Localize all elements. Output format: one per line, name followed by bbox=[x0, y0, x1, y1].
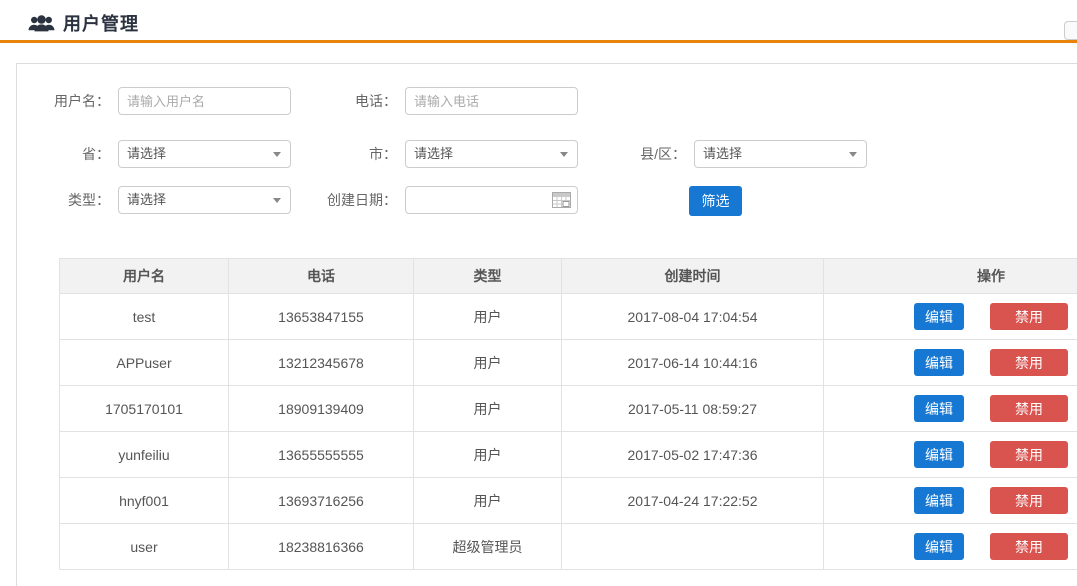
page-title: 用户管理 bbox=[63, 10, 139, 36]
cell-phone: 18909139409 bbox=[229, 386, 414, 432]
disable-button[interactable]: 禁用 bbox=[990, 533, 1068, 560]
cell-phone: 13655555555 bbox=[229, 432, 414, 478]
cell-type: 用户 bbox=[414, 340, 562, 386]
cell-type: 用户 bbox=[414, 386, 562, 432]
cell-username: hnyf001 bbox=[60, 478, 229, 524]
chevron-down-icon bbox=[273, 152, 281, 157]
phone-label: 电话： bbox=[309, 87, 397, 115]
table-row: test 13653847155 用户 2017-08-04 17:04:54 … bbox=[60, 294, 1077, 340]
cell-type: 用户 bbox=[414, 294, 562, 340]
col-created: 创建时间 bbox=[562, 259, 824, 294]
type-select[interactable]: 请选择 bbox=[118, 186, 291, 214]
chevron-down-icon bbox=[849, 152, 857, 157]
create-date-label: 创建日期： bbox=[309, 186, 397, 214]
cell-created bbox=[562, 524, 824, 570]
cell-type: 用户 bbox=[414, 478, 562, 524]
edit-button[interactable]: 编辑 bbox=[914, 303, 964, 330]
create-date-input[interactable] bbox=[405, 186, 578, 214]
cell-type: 用户 bbox=[414, 432, 562, 478]
cell-created: 2017-06-14 10:44:16 bbox=[562, 340, 824, 386]
col-username: 用户名 bbox=[60, 259, 229, 294]
chevron-down-icon bbox=[273, 198, 281, 203]
cell-created: 2017-04-24 17:22:52 bbox=[562, 478, 824, 524]
users-icon bbox=[28, 13, 55, 34]
disable-button[interactable]: 禁用 bbox=[990, 303, 1068, 330]
col-type: 类型 bbox=[414, 259, 562, 294]
disable-button[interactable]: 禁用 bbox=[990, 441, 1068, 468]
cell-created: 2017-05-02 17:47:36 bbox=[562, 432, 824, 478]
cell-username: APPuser bbox=[60, 340, 229, 386]
table-row: 1705170101 18909139409 用户 2017-05-11 08:… bbox=[60, 386, 1077, 432]
content-panel: 用户名： 电话： 省： 请选择 市： 请选择 县/区： 请选择 类型： 请选择 bbox=[16, 63, 1077, 586]
edit-button[interactable]: 编辑 bbox=[914, 395, 964, 422]
table-row: user 18238816366 超级管理员 编辑 禁用 bbox=[60, 524, 1077, 570]
province-select[interactable]: 请选择 bbox=[118, 140, 291, 168]
cell-username: test bbox=[60, 294, 229, 340]
cell-username: 1705170101 bbox=[60, 386, 229, 432]
cell-username: user bbox=[60, 524, 229, 570]
table-row: APPuser 13212345678 用户 2017-06-14 10:44:… bbox=[60, 340, 1077, 386]
calendar-icon[interactable] bbox=[552, 192, 571, 213]
edit-button[interactable]: 编辑 bbox=[914, 349, 964, 376]
type-label: 类型： bbox=[22, 186, 110, 214]
city-label: 市： bbox=[309, 140, 397, 168]
cell-phone: 18238816366 bbox=[229, 524, 414, 570]
cell-created: 2017-05-11 08:59:27 bbox=[562, 386, 824, 432]
header-divider bbox=[0, 40, 1077, 43]
username-input[interactable] bbox=[118, 87, 291, 115]
cell-phone: 13212345678 bbox=[229, 340, 414, 386]
edit-button[interactable]: 编辑 bbox=[914, 487, 964, 514]
phone-input[interactable] bbox=[405, 87, 578, 115]
cell-phone: 13693716256 bbox=[229, 478, 414, 524]
cell-username: yunfeiliu bbox=[60, 432, 229, 478]
corner-widget bbox=[1064, 21, 1077, 40]
table-header-row: 用户名 电话 类型 创建时间 操作 bbox=[60, 259, 1077, 294]
province-label: 省： bbox=[22, 140, 110, 168]
chevron-down-icon bbox=[560, 152, 568, 157]
city-select[interactable]: 请选择 bbox=[405, 140, 578, 168]
disable-button[interactable]: 禁用 bbox=[990, 349, 1068, 376]
page-header: 用户管理 bbox=[0, 0, 1077, 40]
username-label: 用户名： bbox=[22, 87, 110, 115]
disable-button[interactable]: 禁用 bbox=[990, 487, 1068, 514]
edit-button[interactable]: 编辑 bbox=[914, 533, 964, 560]
cell-created: 2017-08-04 17:04:54 bbox=[562, 294, 824, 340]
col-phone: 电话 bbox=[229, 259, 414, 294]
col-actions: 操作 bbox=[824, 259, 1077, 294]
filter-button[interactable]: 筛选 bbox=[689, 186, 742, 216]
cell-phone: 13653847155 bbox=[229, 294, 414, 340]
district-label: 县/区： bbox=[598, 140, 686, 168]
user-table: 用户名 电话 类型 创建时间 操作 test 13653847155 用户 20… bbox=[59, 258, 1077, 570]
disable-button[interactable]: 禁用 bbox=[990, 395, 1068, 422]
table-row: yunfeiliu 13655555555 用户 2017-05-02 17:4… bbox=[60, 432, 1077, 478]
cell-type: 超级管理员 bbox=[414, 524, 562, 570]
district-select[interactable]: 请选择 bbox=[694, 140, 867, 168]
table-row: hnyf001 13693716256 用户 2017-04-24 17:22:… bbox=[60, 478, 1077, 524]
edit-button[interactable]: 编辑 bbox=[914, 441, 964, 468]
